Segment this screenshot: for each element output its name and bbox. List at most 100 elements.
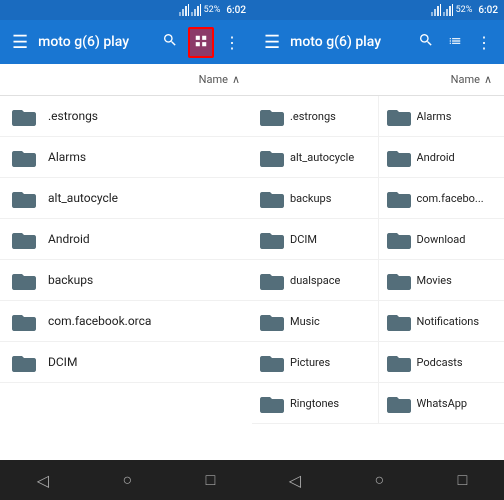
- file-name: backups: [48, 273, 93, 287]
- file-name: DCIM: [48, 355, 77, 369]
- folder-icon: [260, 229, 284, 249]
- grid-row: Pictures Podcasts: [252, 342, 504, 383]
- file-name: WhatsApp: [417, 397, 468, 410]
- grid-item[interactable]: Music: [252, 301, 379, 342]
- grid-item[interactable]: .estrongs: [252, 96, 379, 137]
- file-name: .estrongs: [290, 110, 336, 123]
- file-name: Ringtones: [290, 397, 339, 410]
- folder-icon: [387, 393, 411, 413]
- signal-icons-right: [431, 4, 453, 16]
- folder-icon: [260, 270, 284, 290]
- grid-item[interactable]: Notifications: [379, 301, 504, 342]
- folder-icon: [12, 106, 36, 126]
- folder-icon: [260, 147, 284, 167]
- file-name: backups: [290, 192, 331, 205]
- menu-icon-right[interactable]: ☰: [260, 28, 284, 57]
- grid-row: Music Notifications: [252, 301, 504, 342]
- toolbar-left: ☰ moto g(6) play ⋮: [0, 20, 252, 64]
- grid-item[interactable]: com.facebo...: [379, 178, 504, 219]
- file-name: alt_autocycle: [290, 151, 354, 164]
- folder-icon: [12, 147, 36, 167]
- grid-row: backups com.facebo...: [252, 178, 504, 219]
- folder-icon: [387, 229, 411, 249]
- folder-icon: [12, 311, 36, 331]
- app-title-left: moto g(6) play: [38, 34, 152, 50]
- folder-icon: [12, 229, 36, 249]
- file-name: Notifications: [417, 315, 480, 328]
- more-icon-right[interactable]: ⋮: [472, 29, 496, 56]
- list-item[interactable]: Alarms: [0, 137, 252, 178]
- back-button-left[interactable]: ◁: [37, 471, 49, 490]
- nav-bar-right: ◁ ○ □: [252, 460, 504, 500]
- battery-right: 52%: [456, 5, 473, 15]
- list-view-icon-right[interactable]: [444, 29, 466, 56]
- grid-item[interactable]: Download: [379, 219, 504, 260]
- search-icon-left[interactable]: [158, 28, 182, 56]
- list-item[interactable]: com.facebook.orca: [0, 301, 252, 342]
- grid-item[interactable]: backups: [252, 178, 379, 219]
- time-right: 6:02: [478, 5, 498, 16]
- file-name: DCIM: [290, 233, 317, 246]
- search-icon-right[interactable]: [414, 28, 438, 56]
- file-name: dualspace: [290, 274, 340, 287]
- folder-icon: [260, 311, 284, 331]
- grid-row: alt_autocycle Android: [252, 137, 504, 178]
- signal-icons-left: [179, 4, 201, 16]
- home-button-right[interactable]: ○: [374, 470, 384, 490]
- file-name: com.facebo...: [417, 192, 484, 205]
- grid-view-icon-left[interactable]: [188, 27, 214, 58]
- list-item[interactable]: Android: [0, 219, 252, 260]
- nav-bar-left: ◁ ○ □: [0, 460, 252, 500]
- folder-icon: [260, 352, 284, 372]
- grid-item[interactable]: Ringtones: [252, 383, 379, 424]
- recent-button-left[interactable]: □: [206, 470, 216, 490]
- file-name: Download: [417, 233, 466, 246]
- list-item[interactable]: backups: [0, 260, 252, 301]
- folder-icon: [260, 106, 284, 126]
- panel-list-view: 52% 6:02 ☰ moto g(6) play ⋮ Name ∧ .estr…: [0, 0, 252, 500]
- file-name: Movies: [417, 274, 452, 287]
- file-name: Alarms: [48, 150, 86, 164]
- sort-header-left: Name ∧: [0, 64, 252, 96]
- sort-label-left: Name: [199, 73, 228, 86]
- grid-item[interactable]: Android: [379, 137, 504, 178]
- folder-icon: [387, 188, 411, 208]
- grid-row: Ringtones WhatsApp: [252, 383, 504, 424]
- file-grid-right: .estrongs Alarms alt_autocycle Android: [252, 96, 504, 460]
- folder-icon: [387, 106, 411, 126]
- grid-item[interactable]: Alarms: [379, 96, 504, 137]
- folder-icon: [260, 393, 284, 413]
- grid-item[interactable]: Pictures: [252, 342, 379, 383]
- status-bar-left: 52% 6:02: [0, 0, 252, 20]
- menu-icon-left[interactable]: ☰: [8, 28, 32, 57]
- file-name: com.facebook.orca: [48, 314, 151, 328]
- list-item[interactable]: DCIM: [0, 342, 252, 383]
- folder-icon: [387, 270, 411, 290]
- file-name: Android: [417, 151, 455, 164]
- grid-item[interactable]: dualspace: [252, 260, 379, 301]
- sort-label-right: Name: [451, 73, 480, 86]
- grid-item[interactable]: Podcasts: [379, 342, 504, 383]
- file-name: Alarms: [417, 110, 452, 123]
- home-button-left[interactable]: ○: [122, 470, 132, 490]
- folder-icon: [12, 352, 36, 372]
- grid-item[interactable]: WhatsApp: [379, 383, 504, 424]
- recent-button-right[interactable]: □: [458, 470, 468, 490]
- sort-header-right: Name ∧: [252, 64, 504, 96]
- file-name: Pictures: [290, 356, 330, 369]
- status-bar-right: 52% 6:02: [252, 0, 504, 20]
- list-item[interactable]: alt_autocycle: [0, 178, 252, 219]
- grid-row: DCIM Download: [252, 219, 504, 260]
- more-icon-left[interactable]: ⋮: [220, 29, 244, 56]
- battery-left: 52%: [204, 5, 221, 15]
- file-name: Android: [48, 232, 90, 246]
- panel-grid-view: 52% 6:02 ☰ moto g(6) play ⋮ Name ∧ .estr…: [252, 0, 504, 500]
- file-list-left: .estrongs Alarms alt_autocycle Android b: [0, 96, 252, 460]
- grid-item[interactable]: Movies: [379, 260, 504, 301]
- grid-item[interactable]: alt_autocycle: [252, 137, 379, 178]
- list-item[interactable]: .estrongs: [0, 96, 252, 137]
- folder-icon: [12, 188, 36, 208]
- back-button-right[interactable]: ◁: [289, 471, 301, 490]
- grid-item[interactable]: DCIM: [252, 219, 379, 260]
- folder-icon: [260, 188, 284, 208]
